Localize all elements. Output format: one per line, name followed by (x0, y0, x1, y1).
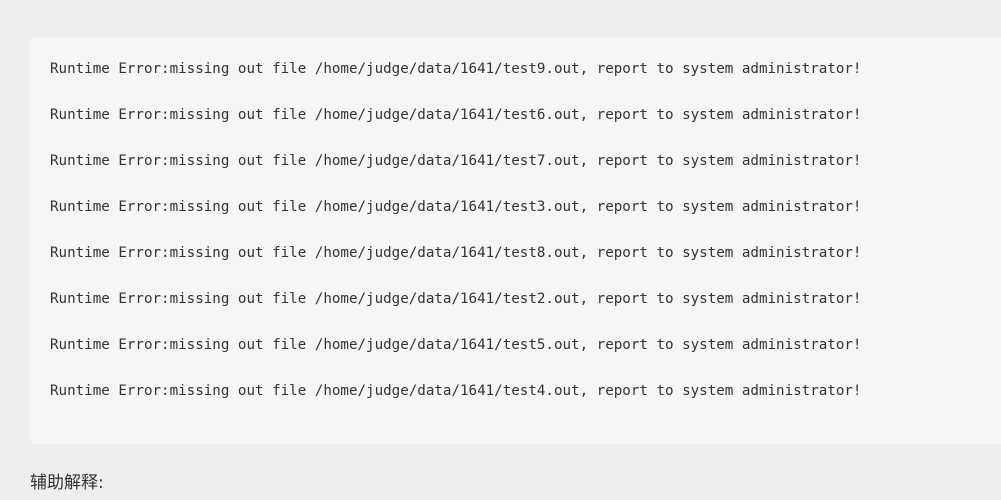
error-line-test8: Runtime Error:missing out file /home/jud… (50, 245, 862, 261)
error-line-test9: Runtime Error:missing out file /home/jud… (50, 61, 862, 77)
error-line-test5: Runtime Error:missing out file /home/jud… (50, 337, 862, 353)
error-line-test7: Runtime Error:missing out file /home/jud… (50, 153, 862, 169)
error-line-test2: Runtime Error:missing out file /home/jud… (50, 291, 862, 307)
error-line-test6: Runtime Error:missing out file /home/jud… (50, 107, 862, 123)
runtime-error-output-box: Runtime Error:missing out file /home/jud… (30, 37, 1001, 444)
error-line-test4: Runtime Error:missing out file /home/jud… (50, 383, 862, 399)
auxiliary-explanation-label: 辅助解释: (30, 473, 104, 493)
judge-result-page: Runtime Error:missing out file /home/jud… (0, 0, 1001, 500)
error-line-test3: Runtime Error:missing out file /home/jud… (50, 199, 862, 215)
